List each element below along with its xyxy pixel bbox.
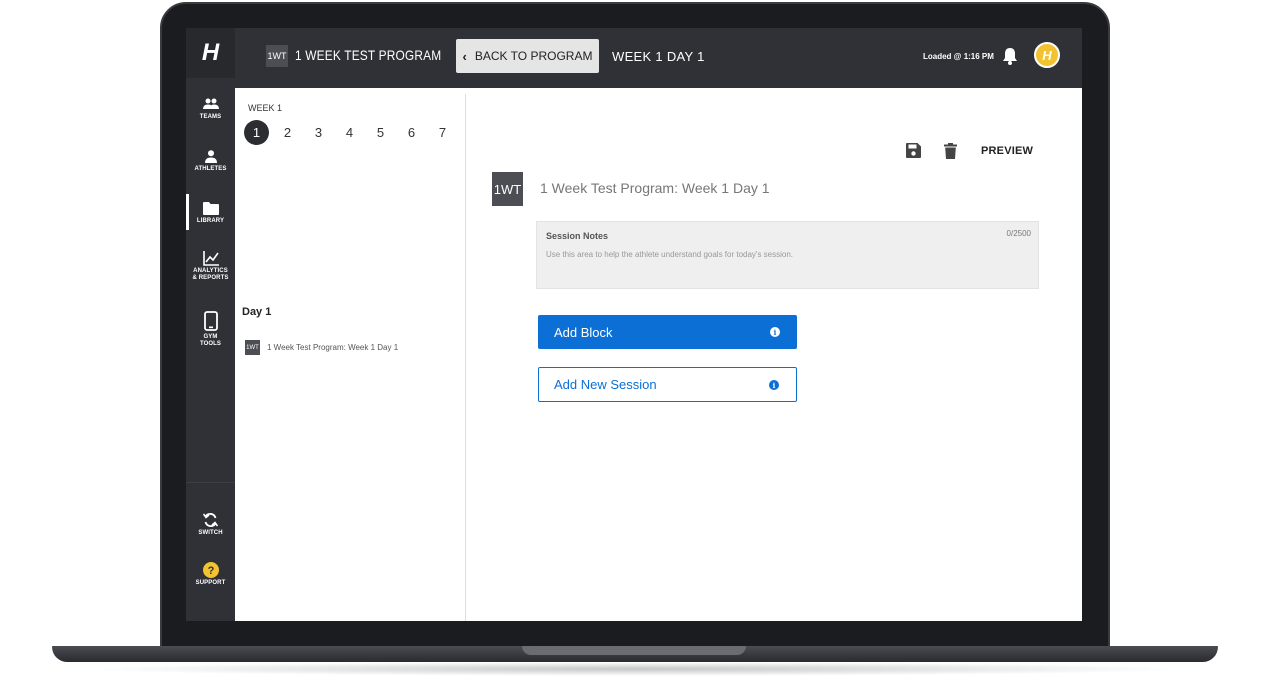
- add-block-label: Add Block: [554, 324, 613, 340]
- nav-library-label: LIBRARY: [196, 218, 225, 224]
- add-new-session-button[interactable]: Add New Session i: [538, 367, 797, 402]
- back-to-program-label: BACK TO PROGRAM: [474, 49, 593, 63]
- rail-divider: [186, 482, 235, 483]
- week-panel: WEEK 1 1 2 3 4 5 6 7 Day 1 1WT 1 Week Te…: [235, 94, 466, 621]
- top-bar: 1WT 1 WEEK TEST PROGRAM ‹ BACK TO PROGRA…: [235, 28, 1082, 88]
- laptop-shadow: [80, 662, 1190, 676]
- nav-support-label: SUPPORT: [195, 580, 226, 586]
- nav-athletes-label: ATHLETES: [194, 166, 227, 172]
- app-logo[interactable]: H: [186, 28, 235, 78]
- session-editor: PREVIEW 1WT 1 Week Test Program: Week 1 …: [467, 94, 1082, 621]
- week-label: WEEK 1: [248, 103, 283, 113]
- nav-analytics[interactable]: ANALYTICS & REPORTS: [186, 250, 235, 296]
- nav-gym-tools[interactable]: GYM TOOLS: [186, 310, 235, 356]
- sync-icon: [202, 512, 220, 528]
- session-notes-placeholder: Use this area to help the athlete unders…: [546, 250, 794, 259]
- user-avatar[interactable]: H: [1034, 42, 1060, 68]
- session-notes-label: Session Notes: [546, 231, 609, 241]
- trash-icon[interactable]: [944, 143, 957, 159]
- day-3-button[interactable]: 3: [306, 120, 331, 145]
- laptop-notch: [522, 646, 746, 655]
- add-block-button[interactable]: Add Block i: [538, 315, 797, 349]
- nav-switch[interactable]: SWITCH: [186, 512, 235, 558]
- folder-icon: [202, 200, 220, 216]
- bell-icon[interactable]: [1002, 47, 1018, 65]
- day-2-button[interactable]: 2: [275, 120, 300, 145]
- nav-athletes[interactable]: ATHLETES: [186, 148, 235, 194]
- program-selector[interactable]: 1 WEEK TEST PROGRAM: [295, 47, 441, 63]
- person-icon: [202, 148, 220, 164]
- info-icon[interactable]: i: [769, 380, 779, 390]
- loaded-status: Loaded @ 1:16 PM: [923, 52, 994, 61]
- nav-rail: H TEAMS ATHLETES LIBRARY ANALYTICS & REP…: [186, 28, 235, 621]
- page-title: WEEK 1 DAY 1: [612, 49, 705, 64]
- session-notes-field[interactable]: Session Notes 0/2500 Use this area to he…: [536, 221, 1039, 289]
- nav-library[interactable]: LIBRARY: [186, 194, 235, 246]
- preview-button[interactable]: PREVIEW: [981, 145, 1033, 157]
- chart-icon: [202, 250, 220, 266]
- app-screen: H TEAMS ATHLETES LIBRARY ANALYTICS & REP…: [186, 28, 1082, 621]
- session-list-item[interactable]: 1WT 1 Week Test Program: Week 1 Day 1: [245, 340, 398, 355]
- tablet-icon: [202, 310, 220, 332]
- day-1-button[interactable]: 1: [244, 120, 269, 145]
- save-icon[interactable]: [906, 143, 921, 158]
- day-title: Day 1: [242, 306, 272, 318]
- session-badge: 1WT: [245, 340, 260, 355]
- day-7-button[interactable]: 7: [430, 120, 455, 145]
- add-new-session-label: Add New Session: [554, 377, 657, 392]
- session-notes-count: 0/2500: [1006, 229, 1031, 238]
- day-4-button[interactable]: 4: [337, 120, 362, 145]
- back-to-program-button[interactable]: ‹ BACK TO PROGRAM: [456, 39, 599, 73]
- nav-teams[interactable]: TEAMS: [186, 96, 235, 142]
- nav-teams-label: TEAMS: [199, 114, 222, 120]
- nav-switch-label: SWITCH: [198, 530, 223, 536]
- svg-text:?: ?: [207, 565, 214, 577]
- chevron-left-icon: ‹: [462, 48, 467, 64]
- nav-analytics-label: ANALYTICS & REPORTS: [192, 268, 229, 281]
- nav-support[interactable]: ? SUPPORT: [186, 562, 235, 608]
- session-badge-large: 1WT: [492, 172, 523, 206]
- session-name: 1 Week Test Program: Week 1 Day 1: [267, 343, 399, 352]
- day-5-button[interactable]: 5: [368, 120, 393, 145]
- info-icon[interactable]: i: [770, 327, 780, 337]
- day-6-button[interactable]: 6: [399, 120, 424, 145]
- session-title: 1 Week Test Program: Week 1 Day 1: [540, 180, 770, 196]
- nav-gym-tools-label: GYM TOOLS: [199, 334, 222, 347]
- program-badge: 1WT: [266, 45, 288, 67]
- people-icon: [202, 96, 220, 112]
- help-icon: ?: [202, 562, 220, 578]
